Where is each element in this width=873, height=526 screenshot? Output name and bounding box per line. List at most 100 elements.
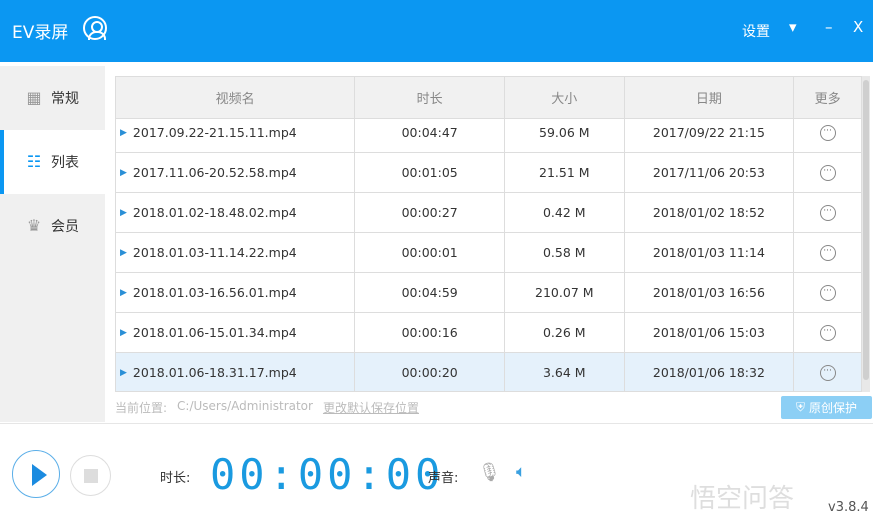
table-row[interactable]: ▶ 2018.01.06-18.31.17.mp4 00:00:20 3.64 M… xyxy=(116,353,861,391)
cell-size: 21.51 M xyxy=(505,153,625,192)
sidebar-item-member[interactable]: ♛ 会员 xyxy=(0,194,105,258)
table-row[interactable]: ▶ 2018.01.06-15.01.34.mp4 00:00:16 0.26 M… xyxy=(116,313,861,353)
play-triangle-icon[interactable]: ▶ xyxy=(120,368,127,378)
table-row[interactable]: ▶ 2018.01.03-11.14.22.mp4 00:00:01 0.58 M… xyxy=(116,233,861,273)
cell-more: ··· xyxy=(794,273,861,312)
cell-duration: 00:04:59 xyxy=(355,273,505,312)
title-bar: EV录屏 设置 ▾ – X xyxy=(0,0,873,62)
stop-button[interactable] xyxy=(70,455,111,496)
cell-size: 0.26 M xyxy=(505,313,625,352)
table-row[interactable]: ▶ 2018.01.03-16.56.01.mp4 00:04:59 210.07… xyxy=(116,273,861,313)
timer-display: 00:00:00 xyxy=(210,450,445,499)
cell-size: 0.42 M xyxy=(505,193,625,232)
table-header: 视频名 时长 大小 日期 更多 xyxy=(116,77,861,119)
sidebar-item-general[interactable]: ▦ 常规 xyxy=(0,66,105,130)
microphone-icon[interactable]: 🎙︎ xyxy=(478,462,501,483)
list-icon: ☷ xyxy=(26,152,42,171)
cell-date: 2017/11/06 20:53 xyxy=(625,153,795,192)
cell-date: 2018/01/02 18:52 xyxy=(625,193,795,232)
shield-icon: ⛨ xyxy=(795,400,805,414)
cell-more: ··· xyxy=(794,353,861,391)
sidebar-item-list[interactable]: ☷ 列表 xyxy=(0,130,105,194)
cell-date: 2018/01/03 11:14 xyxy=(625,233,795,272)
cell-name: ▶ 2018.01.02-18.48.02.mp4 xyxy=(116,193,356,232)
file-name: 2018.01.06-18.31.17.mp4 xyxy=(132,365,297,380)
cell-name: ▶ 2017.11.06-20.52.58.mp4 xyxy=(116,153,356,192)
cell-duration: 00:00:16 xyxy=(355,313,505,352)
file-name: 2017.09.22-21.15.11.mp4 xyxy=(132,125,297,140)
cell-duration: 00:01:05 xyxy=(355,153,505,192)
more-options-icon[interactable]: ··· xyxy=(819,324,836,341)
duration-label: 时长: xyxy=(160,471,191,486)
file-name: 2018.01.03-16.56.01.mp4 xyxy=(132,285,297,300)
video-table: 视频名 时长 大小 日期 更多 ▶ 2017.09.22-21.15.11.mp4… xyxy=(115,76,862,392)
settings-button[interactable]: 设置 xyxy=(742,21,770,41)
play-triangle-icon[interactable]: ▶ xyxy=(120,208,127,218)
cell-name: ▶ 2018.01.06-18.31.17.mp4 xyxy=(116,353,356,391)
location-path: C:/Users/Administrator xyxy=(177,399,313,413)
header-date[interactable]: 日期 xyxy=(625,77,795,118)
more-options-icon[interactable]: ··· xyxy=(819,284,836,301)
cell-more: ··· xyxy=(794,153,861,192)
cell-more: ··· xyxy=(794,233,861,272)
header-name[interactable]: 视频名 xyxy=(116,77,356,118)
cell-name: ▶ 2018.01.03-16.56.01.mp4 xyxy=(116,273,356,312)
table-row[interactable]: ▶ 2018.01.02-18.48.02.mp4 00:00:27 0.42 M… xyxy=(116,193,861,233)
more-options-icon[interactable]: ··· xyxy=(819,204,836,221)
change-location-link[interactable]: 更改默认保存位置 xyxy=(323,399,419,416)
play-button[interactable] xyxy=(12,450,60,498)
original-protection-button[interactable]: ⛨ 原创保护 xyxy=(781,396,872,419)
cell-name: ▶ 2018.01.06-15.01.34.mp4 xyxy=(116,313,356,352)
app-title: EV录屏 xyxy=(12,23,69,43)
sidebar-item-label: 会员 xyxy=(51,219,79,235)
file-name: 2018.01.02-18.48.02.mp4 xyxy=(132,205,297,220)
cell-date: 2018/01/06 15:03 xyxy=(625,313,795,352)
cell-size: 3.64 M xyxy=(505,353,625,391)
cell-more: ··· xyxy=(794,193,861,232)
grid-icon: ▦ xyxy=(26,88,42,107)
more-options-icon[interactable]: ··· xyxy=(819,244,836,261)
more-options-icon[interactable]: ··· xyxy=(819,364,836,381)
play-triangle-icon[interactable]: ▶ xyxy=(120,248,127,258)
close-button[interactable]: X xyxy=(853,18,863,36)
cell-duration: 00:00:01 xyxy=(355,233,505,272)
save-location: 当前位置: C:/Users/Administrator 更改默认保存位置 xyxy=(115,399,419,416)
cell-size: 0.58 M xyxy=(505,233,625,272)
sidebar-item-label: 常规 xyxy=(51,91,79,107)
speaker-icon[interactable]: 🔈︎ xyxy=(516,462,526,482)
divider xyxy=(0,423,873,424)
header-size[interactable]: 大小 xyxy=(505,77,625,118)
more-options-icon[interactable]: ··· xyxy=(819,124,836,141)
play-triangle-icon[interactable]: ▶ xyxy=(120,168,127,178)
protect-label: 原创保护 xyxy=(809,401,858,415)
minimize-button[interactable]: – xyxy=(825,18,833,36)
play-triangle-icon[interactable]: ▶ xyxy=(120,328,127,338)
cell-name: ▶ 2018.01.03-11.14.22.mp4 xyxy=(116,233,356,272)
more-options-icon[interactable]: ··· xyxy=(819,164,836,181)
sound-label: 声音: xyxy=(428,471,459,486)
table-row[interactable]: ▶ 2017.09.22-21.15.11.mp4 00:04:47 59.06 … xyxy=(116,113,861,153)
table-body: ▶ 2017.09.22-21.15.11.mp4 00:04:47 59.06 … xyxy=(116,113,861,391)
menu-dropdown-icon[interactable]: ▾ xyxy=(789,18,797,36)
cell-duration: 00:00:27 xyxy=(355,193,505,232)
header-duration[interactable]: 时长 xyxy=(355,77,505,118)
crown-icon: ♛ xyxy=(26,216,42,235)
header-more: 更多 xyxy=(814,92,841,107)
file-name: 2018.01.06-15.01.34.mp4 xyxy=(132,325,297,340)
sidebar-item-label: 列表 xyxy=(51,155,79,171)
cell-more: ··· xyxy=(794,313,861,352)
sidebar: ▦ 常规 ☷ 列表 ♛ 会员 xyxy=(0,66,105,422)
table-row[interactable]: ▶ 2017.11.06-20.52.58.mp4 00:01:05 21.51 … xyxy=(116,153,861,193)
file-name: 2017.11.06-20.52.58.mp4 xyxy=(132,165,297,180)
cell-size: 210.07 M xyxy=(505,273,625,312)
cell-date: 2018/01/06 18:32 xyxy=(625,353,795,391)
scrollbar-thumb[interactable] xyxy=(863,80,869,380)
cell-duration: 00:00:20 xyxy=(355,353,505,391)
play-triangle-icon[interactable]: ▶ xyxy=(120,288,127,298)
watermark: 悟空问答 xyxy=(690,484,795,514)
play-triangle-icon[interactable]: ▶ xyxy=(120,128,127,138)
user-icon[interactable] xyxy=(83,16,107,40)
version-label: v3.8.4 xyxy=(828,500,869,515)
cell-date: 2018/01/03 16:56 xyxy=(625,273,795,312)
file-name: 2018.01.03-11.14.22.mp4 xyxy=(132,245,297,260)
